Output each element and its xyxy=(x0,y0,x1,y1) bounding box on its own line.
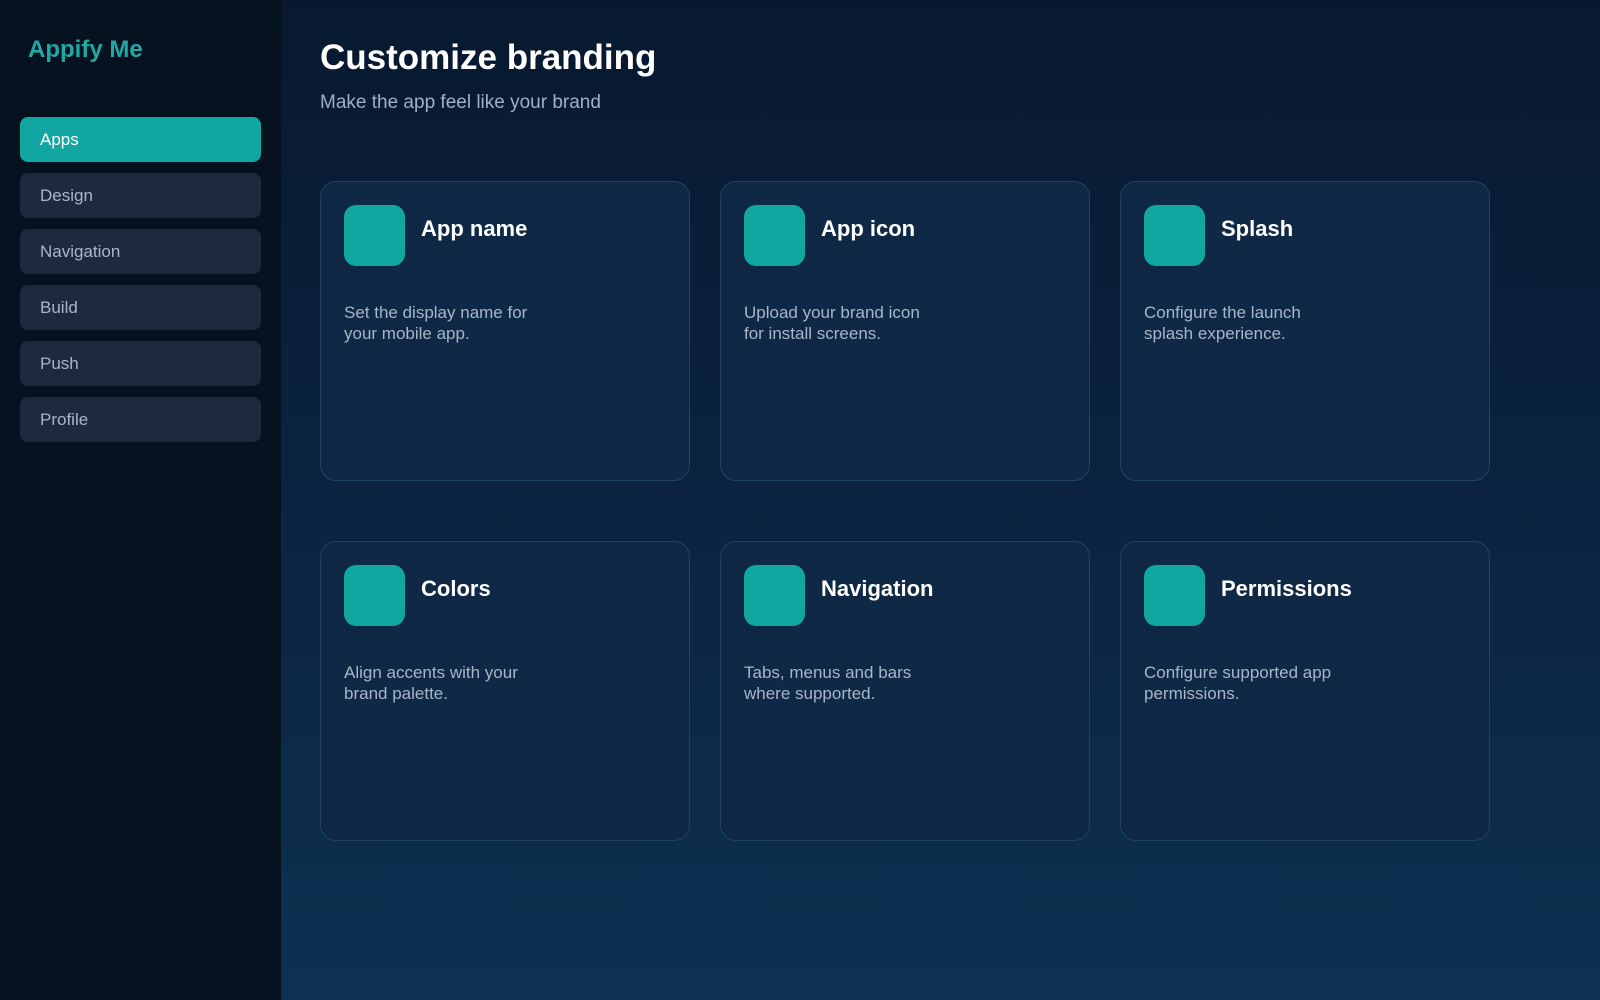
sidebar-item-label: Profile xyxy=(40,409,89,429)
card-app-name[interactable]: App name Set the display name for your m… xyxy=(320,181,690,481)
page-title: Customize branding xyxy=(320,38,657,77)
sidebar-item-label: Design xyxy=(40,185,93,205)
page-subtitle: Make the app feel like your brand xyxy=(320,92,601,113)
card-title: Permissions xyxy=(1221,576,1352,601)
card-header: App name xyxy=(344,205,666,266)
card-title: App name xyxy=(421,216,528,241)
brand-logo[interactable]: Appify Me xyxy=(28,36,261,64)
sidebar-item-label: Push xyxy=(40,353,79,373)
sidebar-item-push[interactable]: Push xyxy=(20,341,261,386)
main-content: Customize branding Make the app feel lik… xyxy=(281,0,1600,1000)
sidebar-item-profile[interactable]: Profile xyxy=(20,397,261,442)
card-title: Navigation xyxy=(821,576,934,601)
card-header: App icon xyxy=(744,205,1066,266)
sidebar-item-label: Apps xyxy=(40,129,79,149)
card-header: Colors xyxy=(344,565,666,626)
card-splash[interactable]: Splash Configure the launch splash exper… xyxy=(1120,181,1490,481)
permissions-icon xyxy=(1144,565,1205,626)
card-header: Navigation xyxy=(744,565,1066,626)
card-description: Align accents with your brand palette. xyxy=(344,663,518,703)
sidebar-item-label: Build xyxy=(40,297,78,317)
sidebar-item-label: Navigation xyxy=(40,241,121,261)
navigation-icon xyxy=(744,565,805,626)
card-permissions[interactable]: Permissions Configure supported app perm… xyxy=(1120,541,1490,841)
sidebar-item-build[interactable]: Build xyxy=(20,285,261,330)
sidebar-item-apps[interactable]: Apps xyxy=(20,117,261,162)
sidebar-nav: Apps Design Navigation Build Push Profil… xyxy=(20,117,261,442)
card-header: Splash xyxy=(1144,205,1466,266)
splash-icon xyxy=(1144,205,1205,266)
card-header: Permissions xyxy=(1144,565,1466,626)
app-name-icon xyxy=(344,205,405,266)
card-navigation[interactable]: Navigation Tabs, menus and bars where su… xyxy=(720,541,1090,841)
card-title: App icon xyxy=(821,216,916,241)
sidebar-item-navigation[interactable]: Navigation xyxy=(20,229,261,274)
sidebar-item-design[interactable]: Design xyxy=(20,173,261,218)
branding-card-grid: App name Set the display name for your m… xyxy=(320,181,1600,841)
colors-icon xyxy=(344,565,405,626)
sidebar: Appify Me Apps Design Navigation Build P… xyxy=(0,0,281,1000)
card-title: Colors xyxy=(421,576,491,601)
card-app-icon[interactable]: App icon Upload your brand icon for inst… xyxy=(720,181,1090,481)
card-description: Configure supported app permissions. xyxy=(1144,663,1332,703)
card-description: Configure the launch splash experience. xyxy=(1144,303,1301,343)
app-icon-icon xyxy=(744,205,805,266)
card-title: Splash xyxy=(1221,216,1294,241)
card-description: Tabs, menus and bars where supported. xyxy=(744,663,912,703)
app-shell: Appify Me Apps Design Navigation Build P… xyxy=(0,0,1600,1000)
card-description: Set the display name for your mobile app… xyxy=(344,303,528,343)
card-colors[interactable]: Colors Align accents with your brand pal… xyxy=(320,541,690,841)
card-description: Upload your brand icon for install scree… xyxy=(744,303,920,343)
